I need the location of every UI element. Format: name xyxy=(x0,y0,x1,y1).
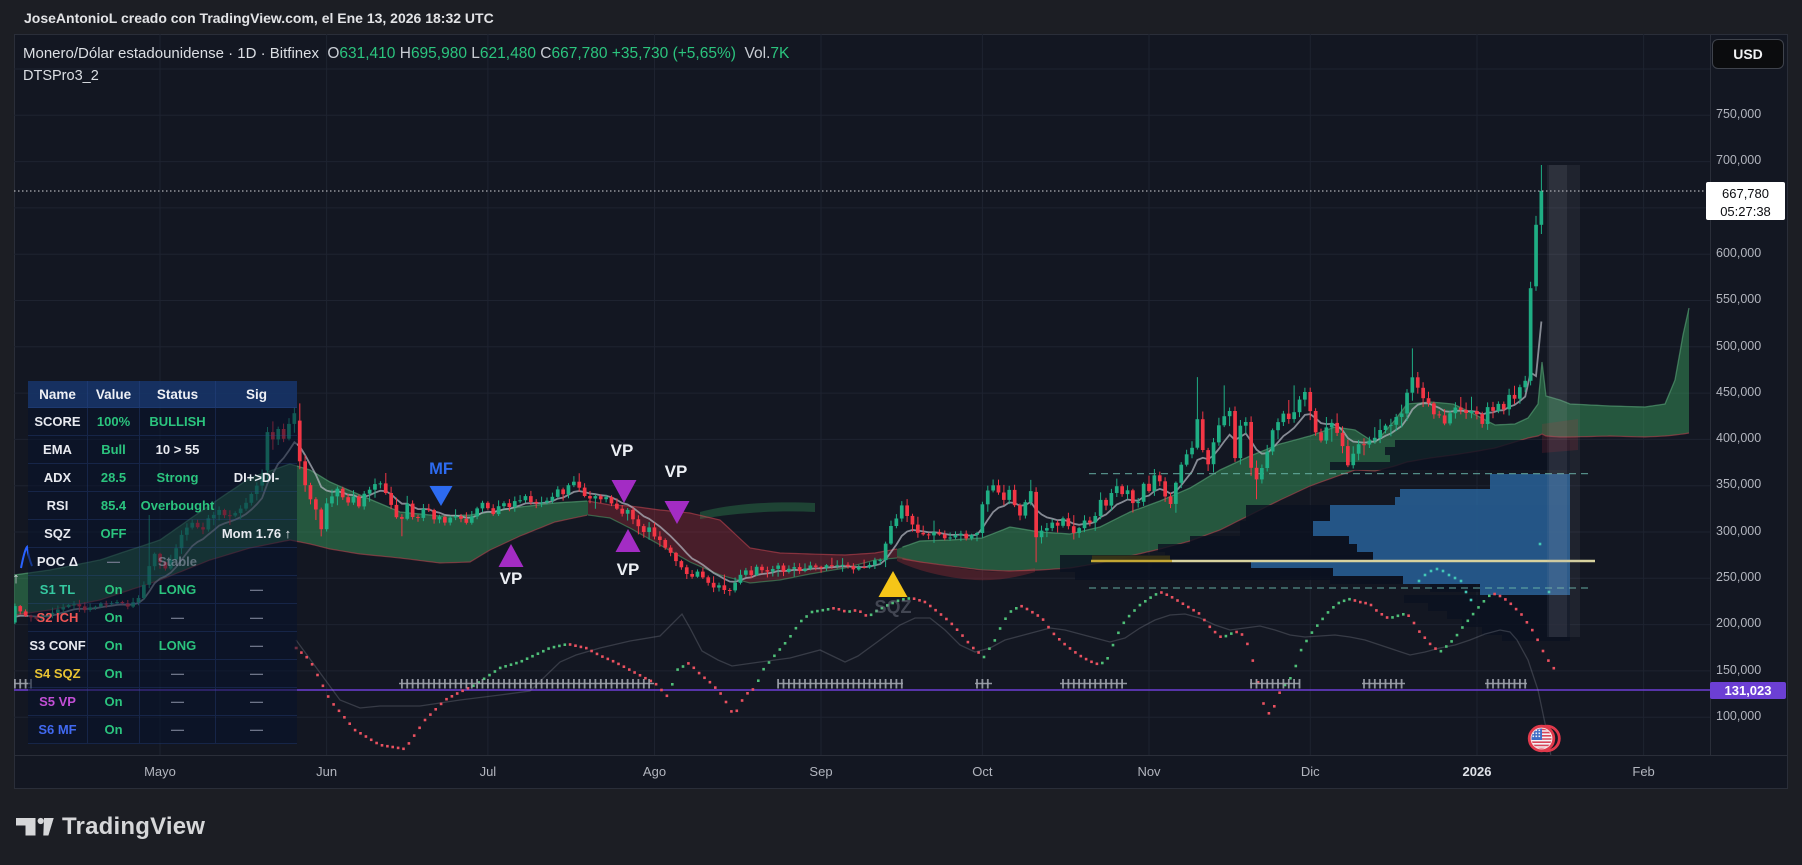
svg-text:VP: VP xyxy=(611,441,634,460)
svg-text:VP: VP xyxy=(665,462,688,481)
svg-text:VP: VP xyxy=(500,569,523,588)
svg-text:VP: VP xyxy=(617,560,640,579)
svg-text:MF: MF xyxy=(429,460,453,478)
svg-text:↑: ↑ xyxy=(14,570,20,587)
svg-text:SQZ: SQZ xyxy=(874,597,911,617)
